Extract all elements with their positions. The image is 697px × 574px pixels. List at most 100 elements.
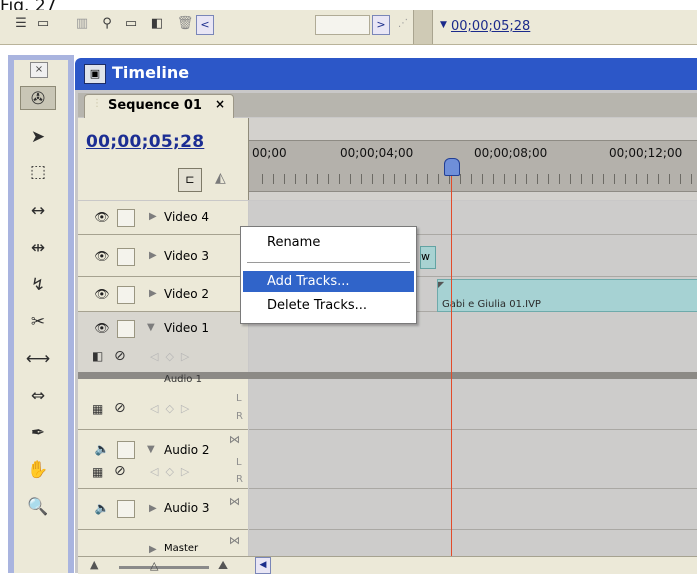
channel-left-label: L [236,457,242,468]
ripple-edit-tool[interactable]: ↔ [20,199,56,223]
timeline-title: Timeline [112,63,190,82]
track-name: Audio 3 [164,501,210,515]
tab-grip-icon: ⋮ [92,98,102,109]
timeline-scroll-left-button[interactable]: ◀ [255,557,271,574]
tab-close-button[interactable]: × [215,97,225,111]
video-3-clip[interactable]: w [420,246,436,269]
set-marker-icon[interactable]: ◭ [215,170,229,188]
track-name: Video 4 [164,210,210,224]
scroll-right-button[interactable]: > [372,15,390,35]
keyframe-nav-icon[interactable]: ◁◇▷ [150,350,196,363]
range-select-tool[interactable]: ⬚ [20,160,56,184]
stereo-icon: ⋈ [229,534,240,547]
keyframe-nav-icon[interactable]: ◁◇▷ [150,402,196,415]
rolling-edit-tool[interactable]: ⇹ [20,236,56,260]
track-name: Video 1 [164,321,210,335]
zoom-out-icon[interactable]: ▲ [90,558,98,571]
timeline-panel-icon: ▣ [84,64,106,84]
stereo-icon: ⋈ [229,495,240,508]
slide-tool[interactable]: ⇔ [20,384,56,408]
channel-right-label: R [236,474,243,485]
ruler-ticks [262,174,697,184]
new-item-icon[interactable]: ◧ [148,16,166,32]
slip-tool[interactable]: ⟷ [20,347,56,371]
track-row-audio-2[interactable] [249,430,697,489]
menu-item-delete-tracks[interactable]: Delete Tracks... [243,295,414,316]
track-row-audio-1[interactable] [249,379,697,430]
track-header-master[interactable] [78,530,248,557]
lock-toggle[interactable] [117,286,135,304]
menu-item-rename[interactable]: Rename [243,232,414,253]
expand-arrow-icon[interactable]: ▶ [149,250,157,261]
timecode-marker-icon: ▼ [440,20,447,30]
clip-name: Gabi e Giulia 01.IVP [442,299,541,310]
ruler-label: 00;00;08;00 [474,146,548,160]
track-name: Audio 2 [164,443,210,457]
selection-tool[interactable]: ➤ [20,125,56,149]
collapse-arrow-icon[interactable]: ▼ [147,322,155,333]
playhead-line [451,160,452,573]
keyframe-toggle-icon[interactable]: ⊘ [114,400,126,416]
zoom-slider-knob[interactable]: △ [150,559,158,572]
audio-display-icon[interactable]: ▦ [92,465,103,479]
scroll-left-button[interactable]: < [196,15,214,35]
speaker-icon[interactable]: 🔈 [92,441,112,457]
menu-item-add-tracks[interactable]: Add Tracks... [243,271,414,292]
zoom-in-icon[interactable]: ⛰ [218,558,228,573]
track-row-audio-3[interactable] [249,489,697,530]
keyframe-toggle-icon[interactable]: ⊘ [114,463,126,479]
audio-display-icon[interactable]: ▦ [92,402,103,416]
zoom-tool[interactable]: 🔍 [20,495,56,519]
track-name: Master [164,543,199,554]
lock-toggle[interactable] [117,320,135,338]
track-header-audio-2[interactable] [78,430,248,489]
find-icon[interactable]: ⚲ [98,16,116,32]
keyframe-toggle-icon[interactable]: ⊘ [114,348,126,364]
eye-icon[interactable]: 👁 [92,286,112,302]
icon-view-icon[interactable]: ▭ [34,16,52,32]
menu-separator [247,262,410,263]
eye-icon[interactable]: 👁 [92,209,112,225]
track-select-tool[interactable]: ✇ [20,86,56,110]
panel-divider[interactable] [413,10,433,44]
pen-tool[interactable]: ✒ [20,421,56,445]
rate-stretch-tool[interactable]: ↯ [20,273,56,297]
monitor-timecode[interactable]: 00;00;05;28 [451,19,530,34]
keyframe-nav-icon[interactable]: ◁◇▷ [150,465,196,478]
tab-label: Sequence 01 [108,98,202,113]
zoom-slider-track[interactable] [119,566,209,569]
horizontal-scrollbar[interactable] [315,15,370,35]
expand-arrow-icon[interactable]: ▶ [149,288,157,299]
stereo-icon: ⋈ [229,433,240,446]
track-name: Audio 1 [164,374,202,385]
resize-grip-icon[interactable]: ⋰ [394,16,412,32]
hand-tool[interactable]: ✋ [20,458,56,482]
eye-icon[interactable]: 👁 [92,320,112,336]
channel-left-label: L [236,393,242,404]
display-style-icon[interactable]: ◧ [92,349,103,363]
tools-close-button[interactable]: × [30,62,48,78]
expand-arrow-icon[interactable]: ▶ [149,211,157,222]
lock-toggle[interactable] [117,441,135,459]
list-view-icon[interactable]: ☰ [12,16,30,32]
ruler-label: 00;00;04;00 [340,146,414,160]
automate-icon[interactable]: ▥ [73,16,91,32]
ruler-label: 00;00;12;00 [609,146,683,160]
snap-button[interactable]: ⊏ [178,168,202,192]
current-timecode[interactable]: 00;00;05;28 [86,132,204,152]
trash-icon[interactable]: 🗑 [176,16,194,32]
collapse-arrow-icon[interactable]: ▼ [147,444,155,455]
playhead-handle[interactable] [444,158,460,176]
track-name: Video 3 [164,249,210,263]
speaker-icon[interactable]: 🔈 [92,500,112,516]
expand-arrow-icon[interactable]: ▶ [149,503,157,514]
timeline-bottom-bar [78,556,697,574]
razor-tool[interactable]: ✂ [20,310,56,334]
new-bin-icon[interactable]: ▭ [122,16,140,32]
ruler-label: 00;00 [252,146,287,160]
lock-toggle[interactable] [117,500,135,518]
eye-icon[interactable]: 👁 [92,248,112,264]
lock-toggle[interactable] [117,209,135,227]
expand-arrow-icon[interactable]: ▶ [149,544,157,555]
lock-toggle[interactable] [117,248,135,266]
